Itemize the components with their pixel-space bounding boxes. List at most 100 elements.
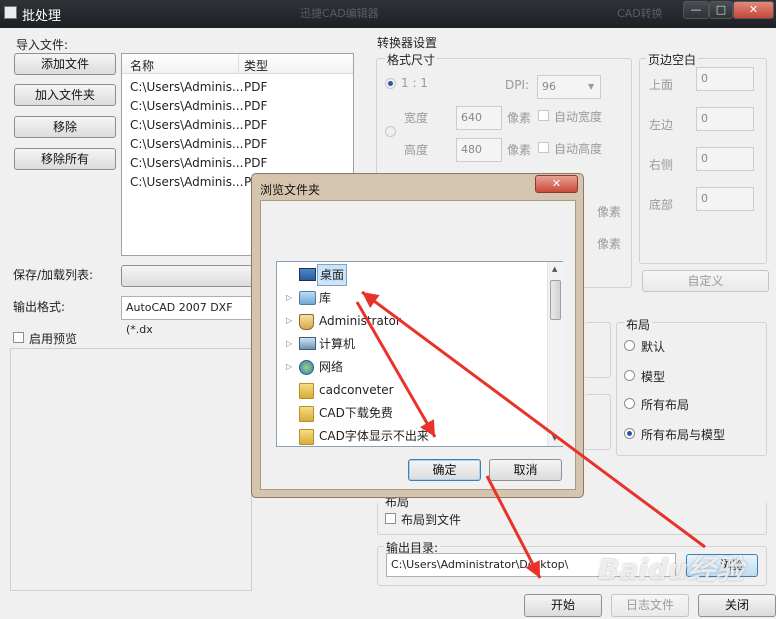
- file-type-cell: PDF: [244, 156, 268, 170]
- folder-tree-item[interactable]: 桌面: [277, 264, 547, 286]
- file-list-row[interactable]: C:\Users\Adminis... PDF: [122, 78, 353, 97]
- file-type-cell: PDF: [244, 118, 268, 132]
- close-button[interactable]: 关闭: [698, 594, 776, 617]
- auto-height-checkbox[interactable]: [538, 142, 549, 153]
- expand-arrow-icon[interactable]: ▷: [286, 287, 292, 309]
- folder-tree-item[interactable]: CAD下载免费: [277, 402, 547, 424]
- file-type-cell: PDF: [244, 80, 268, 94]
- auto-height-label: 自动高度: [554, 142, 603, 156]
- hidden-group-1: [584, 322, 611, 378]
- add-folder-button[interactable]: 加入文件夹: [14, 84, 116, 106]
- converter-settings-title: 转换器设置: [377, 36, 438, 50]
- output-format-label: 输出格式:: [13, 300, 66, 314]
- import-files-label: 导入文件:: [16, 38, 69, 52]
- file-path-cell: C:\Users\Adminis...: [130, 99, 244, 113]
- margin-right-input[interactable]: 0: [696, 147, 754, 171]
- file-list-row[interactable]: C:\Users\Adminis... PDF: [122, 135, 353, 154]
- layout-to-file-checkbox[interactable]: [385, 513, 396, 524]
- file-list-row[interactable]: C:\Users\Adminis... PDF: [122, 97, 353, 116]
- folder-icon: [299, 383, 314, 399]
- ratio-radio[interactable]: [385, 78, 396, 89]
- height-label: 高度: [404, 143, 429, 157]
- width-label: 宽度: [404, 111, 429, 125]
- margin-bottom-label: 底部: [649, 198, 674, 212]
- folder-tree-label: CAD下载免费: [319, 406, 393, 420]
- layout-model-radio[interactable]: [624, 370, 635, 381]
- output-format-select[interactable]: AutoCAD 2007 DXF (*.dx: [121, 296, 256, 336]
- dialog-close-button[interactable]: ✕: [535, 175, 578, 193]
- scroll-up-arrow[interactable]: ▲: [552, 265, 557, 273]
- remove-button[interactable]: 移除: [14, 116, 116, 138]
- add-file-button[interactable]: 添加文件: [14, 53, 116, 75]
- folder-tree-label: CAD字体显示不出来: [319, 429, 429, 443]
- auto-width-checkbox[interactable]: [538, 110, 549, 121]
- folder-tree-item[interactable]: ▷ 计算机: [277, 333, 547, 355]
- scroll-down-arrow[interactable]: ▼: [552, 434, 557, 442]
- network-icon: [299, 360, 314, 375]
- margin-left-label: 左边: [649, 118, 674, 132]
- pixel-label-4: 像素: [597, 237, 622, 251]
- library-icon: [299, 291, 316, 305]
- dialog-ok-button[interactable]: 确定: [408, 459, 481, 481]
- folder-tree-item[interactable]: ▷ Administrator: [277, 310, 547, 332]
- minimize-button[interactable]: —: [683, 1, 709, 19]
- margin-right-label: 右侧: [649, 158, 674, 172]
- file-path-cell: C:\Users\Adminis...: [130, 156, 244, 170]
- start-button[interactable]: 开始: [524, 594, 602, 617]
- expand-arrow-icon[interactable]: ▷: [286, 333, 292, 355]
- layout-default-radio[interactable]: [624, 340, 635, 351]
- width-input[interactable]: 640: [456, 106, 502, 130]
- layout-all-and-model-label: 所有布局与模型: [641, 428, 726, 442]
- background-app-title-right: CAD转换: [617, 7, 663, 20]
- expand-arrow-icon[interactable]: ▷: [286, 356, 292, 378]
- layout-title: 布局: [624, 316, 653, 333]
- file-type-cell: PDF: [244, 137, 268, 151]
- window-title: 批处理: [22, 9, 62, 24]
- file-path-cell: C:\Users\Adminis...: [130, 137, 244, 151]
- log-file-button[interactable]: 日志文件: [611, 594, 689, 617]
- layout-default-label: 默认: [641, 340, 666, 354]
- user-icon: [299, 314, 314, 330]
- folder-icon: [299, 429, 314, 445]
- file-list-row[interactable]: C:\Users\Adminis... PDF: [122, 154, 353, 173]
- dialog-cancel-button[interactable]: 取消: [489, 459, 562, 481]
- folder-tree-item[interactable]: ▷ 网络: [277, 356, 547, 378]
- chevron-down-icon: ▼: [588, 82, 595, 91]
- column-header-type[interactable]: 类型: [244, 57, 268, 74]
- enable-preview-checkbox[interactable]: [13, 332, 24, 343]
- custom-size-radio[interactable]: [385, 126, 396, 137]
- folder-tree[interactable]: 桌面 ▷ 库 ▷ Administrator ▷ 计算机 ▷ 网络 cadconveter CAD下…: [276, 261, 563, 447]
- folder-tree-label: 网络: [319, 360, 344, 374]
- file-path-cell: C:\Users\Adminis...: [130, 118, 244, 132]
- folder-tree-label: 库: [319, 291, 332, 305]
- close-window-button[interactable]: ✕: [733, 1, 774, 19]
- margin-top-input[interactable]: 0: [696, 67, 754, 91]
- file-list-row[interactable]: C:\Users\Adminis... PDF: [122, 116, 353, 135]
- folder-tree-item[interactable]: CAD字体显示不出来: [277, 425, 547, 447]
- expand-arrow-icon[interactable]: ▷: [286, 310, 292, 332]
- custom-button[interactable]: 自定义: [642, 270, 769, 292]
- hidden-group-2: [584, 394, 611, 450]
- layout-all-layouts-radio[interactable]: [624, 398, 635, 409]
- margin-bottom-input[interactable]: 0: [696, 187, 754, 211]
- layout-all-layouts-label: 所有布局: [641, 398, 690, 412]
- tree-scrollbar[interactable]: ▲ ▼: [547, 262, 563, 446]
- maximize-button[interactable]: □: [709, 1, 733, 19]
- column-divider: [238, 54, 239, 74]
- enable-preview-label: 启用预览: [29, 332, 78, 346]
- app-icon: [4, 6, 17, 19]
- baidu-watermark: Baidu经验: [598, 553, 744, 586]
- format-size-label: 格式尺寸: [385, 51, 438, 68]
- folder-tree-label: Administrator: [319, 314, 401, 328]
- folder-tree-item[interactable]: ▷ 库: [277, 287, 547, 309]
- column-header-name[interactable]: 名称: [130, 57, 154, 74]
- remove-all-button[interactable]: 移除所有: [14, 148, 116, 170]
- height-input[interactable]: 480: [456, 138, 502, 162]
- scroll-thumb[interactable]: [550, 280, 561, 320]
- save-load-list-button[interactable]: [121, 265, 256, 287]
- file-path-cell: C:\Users\Adminis...: [130, 175, 244, 189]
- folder-tree-item[interactable]: cadconveter: [277, 379, 547, 401]
- layout-all-and-model-radio[interactable]: [624, 428, 635, 439]
- title-bar: 批处理 迅捷CAD编辑器 CAD转换 — □ ✕: [0, 0, 776, 28]
- margin-left-input[interactable]: 0: [696, 107, 754, 131]
